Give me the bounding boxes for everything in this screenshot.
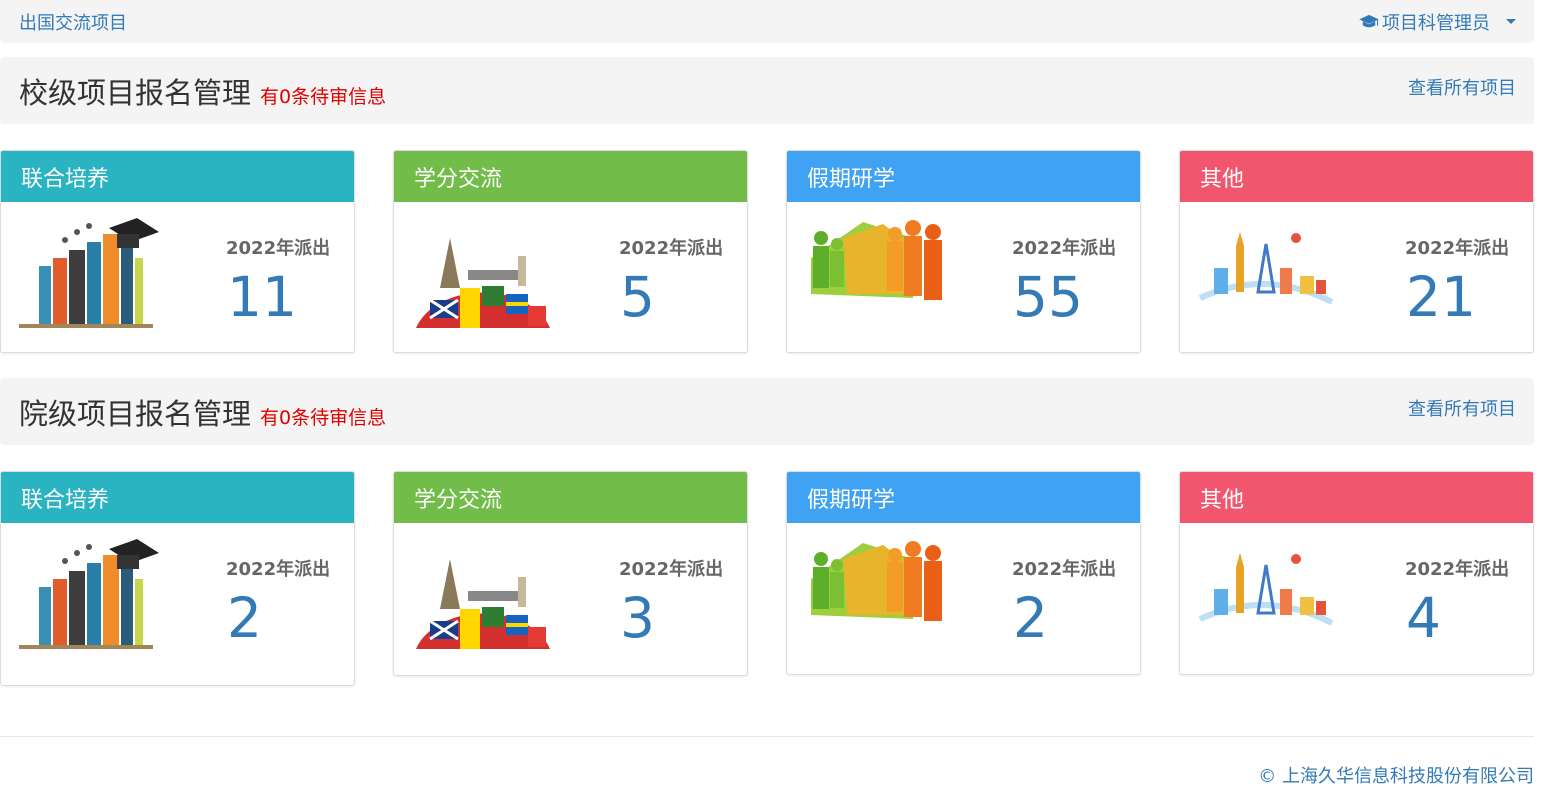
card-body: 2022年派出 5 bbox=[394, 202, 747, 352]
dispatch-count: 5 bbox=[620, 265, 655, 329]
dispatch-year-label: 2022年派出 bbox=[1012, 238, 1117, 259]
user-menu-dropdown[interactable]: 项目科管理员 bbox=[1358, 9, 1516, 35]
top-navbar: 出国交流项目 项目科管理员 bbox=[0, 0, 1534, 43]
dispatch-year-label: 2022年派出 bbox=[1405, 238, 1510, 259]
card-joint-training[interactable]: 联合培养 2022年派出 2 bbox=[0, 471, 355, 686]
dispatch-count: 21 bbox=[1406, 265, 1476, 329]
section-title: 院级项目报名管理 bbox=[19, 396, 252, 431]
people-silhouettes-illustration bbox=[811, 220, 942, 300]
world-landmarks-illustration bbox=[1198, 553, 1334, 626]
section-title: 校级项目报名管理 bbox=[19, 75, 252, 110]
card-credit-exchange[interactable]: 学分交流 2022年派出 5 bbox=[393, 150, 748, 353]
world-landmarks-illustration bbox=[1198, 232, 1334, 305]
card-body: 2022年派出 55 bbox=[787, 202, 1140, 352]
card-body: 2022年派出 2 bbox=[1, 523, 354, 675]
dispatch-count: 11 bbox=[227, 265, 297, 329]
card-body: 2022年派出 2 bbox=[787, 523, 1140, 674]
dispatch-year-label: 2022年派出 bbox=[619, 238, 724, 259]
card-vacation-study[interactable]: 假期研学 2022年派出 55 bbox=[786, 150, 1141, 353]
dispatch-count: 2 bbox=[227, 586, 262, 650]
card-other[interactable]: 其他 2022年派出 21 bbox=[1179, 150, 1534, 353]
card-header: 假期研学 bbox=[787, 151, 1140, 202]
dispatch-count: 55 bbox=[1013, 265, 1083, 329]
dispatch-year-label: 2022年派出 bbox=[619, 559, 724, 580]
copyright-text: © 上海久华信息科技股份有限公司 bbox=[1258, 766, 1534, 787]
card-header: 其他 bbox=[1180, 151, 1533, 202]
brand-link[interactable]: 出国交流项目 bbox=[19, 9, 127, 35]
dispatch-year-label: 2022年派出 bbox=[226, 559, 331, 580]
globe-flags-illustration bbox=[416, 559, 550, 649]
globe-flags-illustration bbox=[416, 238, 550, 328]
dispatch-year-label: 2022年派出 bbox=[1012, 559, 1117, 580]
dispatch-year-label: 2022年派出 bbox=[1405, 559, 1510, 580]
view-all-projects-link[interactable]: 查看所有项目 bbox=[1408, 395, 1516, 421]
people-silhouettes-illustration bbox=[811, 541, 942, 621]
graduation-cap-icon bbox=[1359, 14, 1379, 27]
card-body: 2022年派出 21 bbox=[1180, 202, 1533, 352]
card-vacation-study[interactable]: 假期研学 2022年派出 2 bbox=[786, 471, 1141, 675]
card-credit-exchange[interactable]: 学分交流 2022年派出 3 bbox=[393, 471, 748, 676]
card-body: 2022年派出 4 bbox=[1180, 523, 1533, 674]
pending-notice: 有0条待审信息 bbox=[260, 85, 387, 108]
section-header-college: 院级项目报名管理 有0条待审信息 查看所有项目 bbox=[0, 378, 1534, 445]
footer-divider bbox=[0, 736, 1534, 737]
dispatch-count: 2 bbox=[1013, 586, 1048, 650]
card-joint-training[interactable]: 联合培养 2022年派出 11 bbox=[0, 150, 355, 353]
card-header: 其他 bbox=[1180, 472, 1533, 523]
pending-notice: 有0条待审信息 bbox=[260, 406, 387, 429]
card-other[interactable]: 其他 2022年派出 4 bbox=[1179, 471, 1534, 675]
card-header: 联合培养 bbox=[1, 472, 354, 523]
card-body: 2022年派出 3 bbox=[394, 523, 747, 675]
card-header: 学分交流 bbox=[394, 151, 747, 202]
card-header: 假期研学 bbox=[787, 472, 1140, 523]
chevron-down-icon bbox=[1506, 19, 1516, 24]
section-header-school: 校级项目报名管理 有0条待审信息 查看所有项目 bbox=[0, 57, 1534, 124]
dispatch-count: 3 bbox=[620, 586, 655, 650]
dispatch-year-label: 2022年派出 bbox=[226, 238, 331, 259]
card-body: 2022年派出 11 bbox=[1, 202, 354, 352]
card-header: 联合培养 bbox=[1, 151, 354, 202]
books-graduation-illustration bbox=[19, 218, 159, 328]
section-title-group: 校级项目报名管理 有0条待审信息 bbox=[19, 70, 386, 112]
books-graduation-illustration bbox=[19, 539, 159, 649]
user-name: 项目科管理员 bbox=[1382, 12, 1490, 34]
view-all-projects-link[interactable]: 查看所有项目 bbox=[1408, 74, 1516, 100]
card-header: 学分交流 bbox=[394, 472, 747, 523]
section-title-group: 院级项目报名管理 有0条待审信息 bbox=[19, 391, 386, 433]
dispatch-count: 4 bbox=[1406, 586, 1441, 650]
